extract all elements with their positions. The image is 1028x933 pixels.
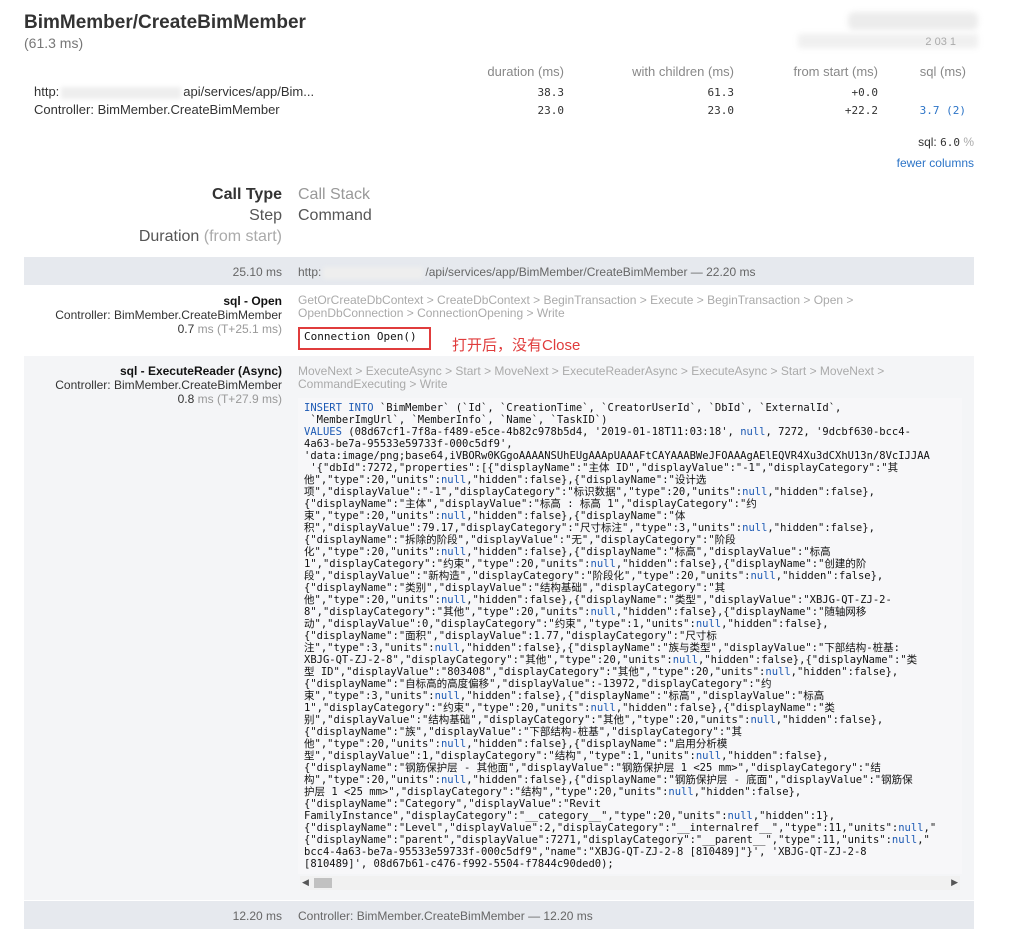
step-duration: 0.8 ms (T+27.9 ms) [177,392,282,406]
sql-line: [810489]', 08d67b61-c476-f992-5504-f7844… [304,858,614,870]
sql-line: VALUES (08d67cf1-7f8a-f489-e5ce-4b82c978… [304,426,911,438]
sql-line: 型 ID","displayValue":"803408","displayCa… [304,666,899,678]
timing-meta: sql - Open Controller: BimMember.CreateB… [55,294,282,336]
timing-row-request: 25.10 ms http:/api/services/app/BimMembe… [24,257,974,285]
sql-line: XBJG-QT-ZJ-2-8","displayCategory":"其他","… [304,654,918,666]
summary-row-duration: 23.0 [537,104,565,117]
summary-row-name: http: api/services/app/Bim... [34,84,315,99]
sql-line: 1","displayCategory":"约束","type":20,"uni… [304,558,867,570]
sql-line: 8","displayCategory":"其他","type":20,"uni… [304,606,867,618]
timing-meta: sql - ExecuteReader (Async) Controller: … [55,364,282,406]
sql-line: 'data:image/png;base64,iVBORw0KGgoAAAANS… [304,450,930,462]
summary-row: Controller: BimMember.CreateBimMember 23… [24,102,974,120]
scroll-right-icon[interactable]: ▶ [951,877,958,888]
page-duration: (61.3 ms) [24,35,84,51]
sql-command: Connection Open() [304,330,417,343]
legend-step: Step [249,207,282,224]
sql-line: 护层 1 <25 mm>","displayCategory":"结构","ty… [304,786,802,798]
sql-code: INSERT INTO `BimMember` (`Id`, `Creation… [304,402,956,870]
sql-line: 他","type":20,"units":null,"hidden":false… [304,474,707,486]
step-controller: Controller: BimMember.CreateBimMember [55,378,282,392]
timing-url: http:/api/services/app/BimMember/CreateB… [298,265,756,279]
sql-line: {"displayName":"钢筋保护层 - 其他面","displayVal… [304,762,881,774]
col-with-children: with children (ms) [632,64,734,79]
sql-line: 注","type":3,"units":null,"hidden":false}… [304,642,900,654]
legend-call-stack: Call Stack [298,186,371,203]
sql-line: FamilyInstance","displayCategory":"__cat… [304,810,836,822]
call-stack: GetOrCreateDbContext > CreateDbContext >… [298,293,854,320]
col-sql: sql (ms) [919,64,966,79]
sql-code-block[interactable]: INSERT INTO `BimMember` (`Id`, `Creation… [298,398,962,874]
call-type: sql - ExecuteReader (Async) [119,364,282,378]
sql-line: {"displayName":"族","displayValue":"下部结构-… [304,726,743,738]
sql-line: 他","type":20,"units":null,"hidden":false… [304,594,892,606]
scroll-left-icon[interactable]: ◀ [302,877,309,888]
legend-values: Call Stack Command [298,184,372,226]
sql-percentage: sql: 6.0 % [918,135,974,149]
sql-line: 构","type":20,"units":null,"hidden":false… [304,774,913,786]
legend-call-type: Call Type [212,186,282,203]
sql-line: {"displayName":"Category","displayValue"… [304,798,602,810]
legend-command: Command [298,207,372,224]
scroll-thumb[interactable] [314,878,332,888]
call-stack: MoveNext > ExecuteAsync > Start > MoveNe… [298,364,885,391]
sql-line: {"displayName":"面积","displayValue":1.77,… [304,630,717,642]
sql-line: 1","displayCategory":"约束","type":20,"uni… [304,702,835,714]
legend-duration: Duration (from start) [138,228,282,245]
timing-duration: 25.10 ms [232,265,282,279]
sql-line: {"displayName":"拆除的阶段","displayValue":"无… [304,534,736,546]
sql-line: 型","displayValue":1,"displayCategory":"结… [304,750,829,762]
sql-line: 4a63-be7a-95533e59733f-000c5df9', [304,438,513,450]
col-duration: duration (ms) [487,64,564,79]
sql-line: 动","displayValue":0,"displayCategory":"约… [304,618,829,630]
annotation-note: 打开后，没有Close [452,337,581,354]
col-from-start: from start (ms) [793,64,879,79]
sql-line: {"displayName":"Level","displayValue":2,… [304,822,937,834]
timing-duration: 12.20 ms [232,909,282,923]
call-type: sql - Open [223,294,282,308]
summary-row-children: 61.3 [707,86,735,99]
sql-line: bcc4-4a63-be7a-95533e59733f-000c5df9","n… [304,846,867,858]
summary-row-start: +22.2 [844,104,878,117]
sql-line: 束","type":20,"units":null,"hidden":false… [304,510,686,522]
step-duration: 0.7 ms (T+25.1 ms) [177,322,282,336]
sql-line: INSERT INTO `BimMember` (`Id`, `Creation… [304,402,842,414]
page-header: BimMember/CreateBimMember (61.3 ms) [24,12,306,51]
redacted-user [848,12,978,30]
sql-count-link[interactable]: 3.7 (2) [920,104,966,117]
step-controller: Controller: BimMember.CreateBimMember [55,308,282,322]
sql-line: {"displayName":"类别","displayValue":"结构基础… [304,582,726,594]
sql-line: '{"dbId":7272,"properties":[{"displayNam… [304,462,899,474]
sql-line: `MemberImgUrl`, `MemberInfo`, `Name`, `T… [304,414,608,426]
summary-row-duration: 38.3 [537,86,565,99]
redacted-host [61,86,182,99]
sql-line: 积","displayValue":79.17,"displayCategory… [304,522,875,534]
sql-line: {"displayName":"parent","displayValue":7… [304,834,930,846]
sql-line: 别","displayValue":"结构基础","displayCategor… [304,714,884,726]
user-info-blurred: 2 03 1 [798,10,978,50]
summary-row-start: +0.0 [851,86,879,99]
summary-row: http: api/services/app/Bim... 38.3 61.3 +… [24,84,974,102]
timestamp: 2 03 1 [925,36,956,48]
timing-name: Controller: BimMember.CreateBimMember — … [298,909,593,923]
summary-row-children: 23.0 [707,104,735,117]
legend-labels: Call Type Step Duration (from start) [139,184,282,247]
horizontal-scrollbar[interactable]: ◀ ▶ [300,876,960,890]
redacted-host [323,266,424,279]
summary-row-name: Controller: BimMember.CreateBimMember [34,102,280,117]
sql-line: {"displayName":"自标高的高度偏移","displayValue"… [304,678,772,690]
sql-line: 化","type":20,"units":null,"hidden":false… [304,546,831,558]
sql-line: 段","displayValue":"新构造","displayCategory… [304,570,884,582]
sql-line: 他","type":20,"units":null,"hidden":false… [304,738,728,750]
sql-line: {"displayName":"主体","displayValue":"标高 :… [304,498,757,510]
sql-line: 项","displayValue":"-1","displayCategory"… [304,486,875,498]
page-title: BimMember/CreateBimMember [24,12,306,33]
fewer-columns-link[interactable]: fewer columns [897,156,974,170]
timing-row-controller: 12.20 ms Controller: BimMember.CreateBim… [24,901,974,929]
sql-line: 束","type":3,"units":null,"hidden":false}… [304,690,825,702]
summary-header-row: duration (ms) with children (ms) from st… [24,64,974,82]
